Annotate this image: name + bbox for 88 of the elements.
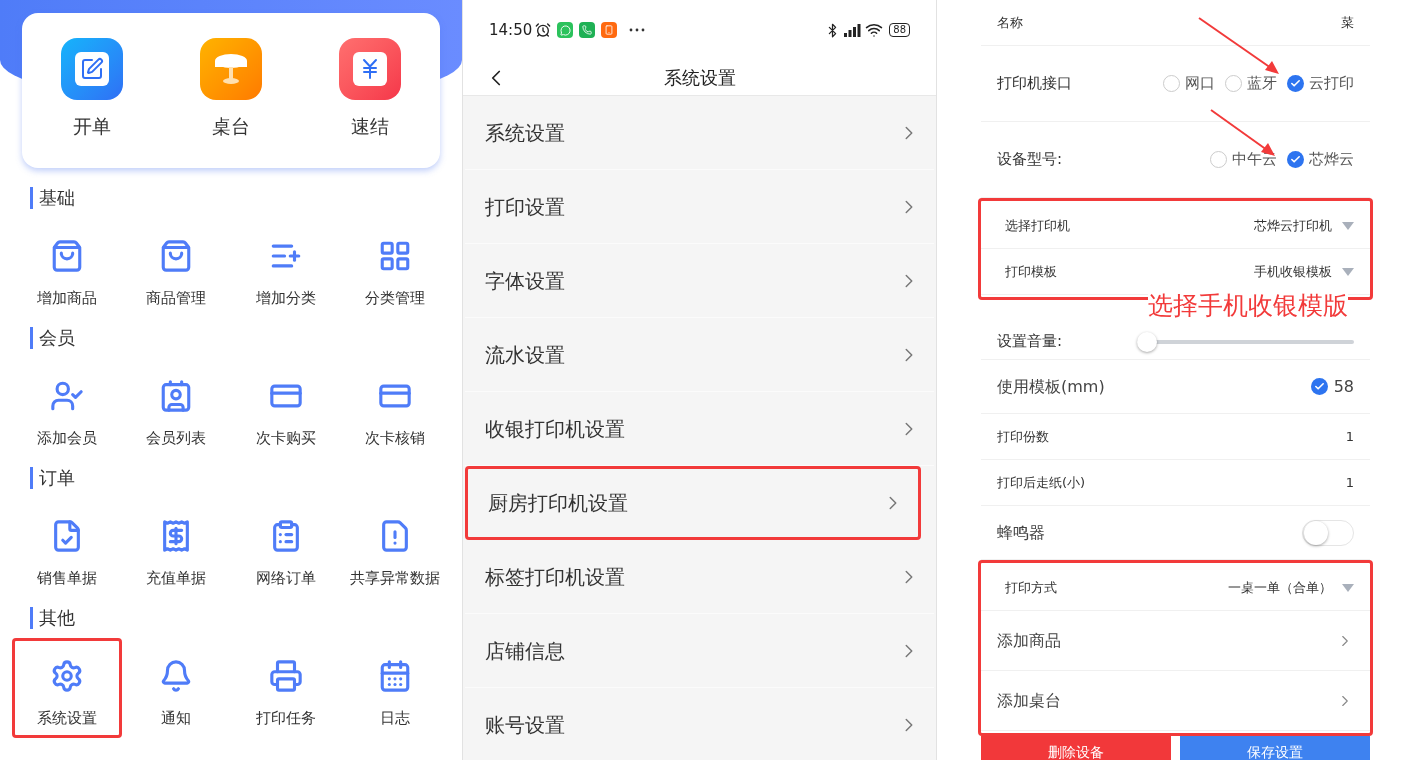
field-label: 打印后走纸(小) <box>997 473 1086 492</box>
menu-item[interactable]: 会员列表 <box>121 358 231 458</box>
section-title: 会员 <box>30 327 75 349</box>
dropdown-caret-icon <box>1342 583 1354 592</box>
dropdown-caret-icon <box>1342 221 1354 230</box>
clock-time: 14:50 <box>489 19 533 41</box>
settings-row[interactable]: 厨房打印机设置 <box>468 469 918 537</box>
menu-item[interactable]: 销售单据 <box>12 498 122 598</box>
radio-label: 芯烨云 <box>1309 149 1354 171</box>
field-label: 打印模板 <box>1005 262 1057 281</box>
phone-app-icon <box>579 22 596 38</box>
field-value: 1 <box>1345 473 1354 492</box>
settings-row[interactable]: 店铺信息 <box>465 614 934 687</box>
field-label: 打印方式 <box>1005 578 1057 597</box>
section-title: 订单 <box>30 467 75 489</box>
toggle-switch[interactable] <box>1302 519 1354 546</box>
check-icon <box>1313 381 1325 392</box>
wifi-icon <box>865 21 884 39</box>
field-label: 设备型号: <box>997 149 1063 171</box>
field-label: 选择打印机 <box>1005 216 1070 235</box>
menu-item[interactable]: 增加分类 <box>231 218 341 318</box>
shortcut-button[interactable]: 开单 <box>22 38 162 168</box>
check-icon <box>1290 78 1301 89</box>
dropdown[interactable]: 芯烨云打印机 <box>1254 215 1354 236</box>
settings-row[interactable]: 账号设置 <box>465 688 934 760</box>
menu-item[interactable]: 增加商品 <box>12 218 122 318</box>
field-label: 打印份数 <box>997 427 1049 446</box>
radio-checked[interactable] <box>1287 75 1304 92</box>
shortcut-button[interactable]: 速结 <box>300 38 440 168</box>
nav-row[interactable]: 添加桌台 <box>981 671 1370 731</box>
field-label: 使用模板(mm) <box>997 375 1105 398</box>
alarm-clock-icon <box>535 22 552 38</box>
annotation-text: 选择手机收银模版 <box>1148 292 1348 320</box>
menu-item[interactable]: 添加会员 <box>12 358 122 458</box>
radio-unchecked[interactable] <box>1225 75 1242 92</box>
printer-icon <box>268 659 303 693</box>
field-value: 菜 <box>1341 13 1354 32</box>
action-button[interactable]: 删除设备 <box>981 736 1171 760</box>
menu-item[interactable]: 通知 <box>121 638 231 738</box>
settings-row[interactable]: 字体设置 <box>465 244 934 317</box>
field-value: 1 <box>1345 427 1354 446</box>
field-label: 打印机接口 <box>997 73 1072 95</box>
dropdown-caret-icon <box>1342 267 1354 276</box>
table-icon <box>200 38 262 100</box>
menu-item[interactable]: 充值单据 <box>121 498 231 598</box>
section-title: 基础 <box>30 187 75 209</box>
menu-item[interactable]: 日志 <box>340 638 450 738</box>
nav-row[interactable]: 添加商品 <box>981 611 1370 671</box>
menu-item[interactable]: 系统设置 <box>12 638 122 738</box>
menu-item[interactable]: 商品管理 <box>121 218 231 318</box>
radio-label: 蓝牙 <box>1247 73 1277 95</box>
menu-item[interactable]: 打印任务 <box>231 638 341 738</box>
app-icon <box>601 22 618 38</box>
settings-row[interactable]: 系统设置 <box>465 96 934 169</box>
action-button[interactable]: 保存设置 <box>1180 736 1370 760</box>
chat-app-icon <box>557 22 574 38</box>
menu-item[interactable]: 分类管理 <box>340 218 450 318</box>
section-title: 其他 <box>30 607 75 629</box>
settings-row[interactable]: 打印设置 <box>465 170 934 243</box>
settings-row[interactable]: 收银打印机设置 <box>465 392 934 465</box>
field-label: 设置音量: <box>997 331 1064 353</box>
slider[interactable] <box>1137 331 1354 352</box>
battery-icon: 88 <box>889 23 910 37</box>
menu-item[interactable]: 共享异常数据 <box>340 498 450 598</box>
radio-unchecked[interactable] <box>1210 151 1227 168</box>
settings-row[interactable]: 流水设置 <box>465 318 934 391</box>
dropdown[interactable]: 一桌一单（合单） <box>1228 577 1354 598</box>
slider-thumb[interactable] <box>1137 331 1157 352</box>
user-check-icon <box>49 379 84 413</box>
checkbox-checked[interactable] <box>1310 378 1328 395</box>
menu-item[interactable]: 次卡购买 <box>231 358 341 458</box>
more-icon <box>629 28 646 32</box>
menu-item[interactable]: 网络订单 <box>231 498 341 598</box>
signal-icon <box>843 23 862 37</box>
check-icon <box>1290 154 1301 165</box>
dropdown[interactable]: 手机收银模板 <box>1254 261 1354 282</box>
page-title: 系统设置 <box>663 66 736 90</box>
shortcut-button[interactable]: 桌台 <box>161 38 301 168</box>
menu-item[interactable]: 次卡核销 <box>340 358 450 458</box>
radio-label: 云打印 <box>1309 73 1354 95</box>
receipt-icon <box>339 38 402 100</box>
settings-row[interactable]: 标签打印机设置 <box>465 540 934 613</box>
field-label: 蜂鸣器 <box>997 521 1045 544</box>
radio-label: 网口 <box>1185 73 1215 95</box>
radio-unchecked[interactable] <box>1163 75 1180 92</box>
radio-checked[interactable] <box>1287 151 1304 168</box>
field-label: 名称 <box>997 13 1023 32</box>
field-value: 58 <box>1333 375 1354 398</box>
